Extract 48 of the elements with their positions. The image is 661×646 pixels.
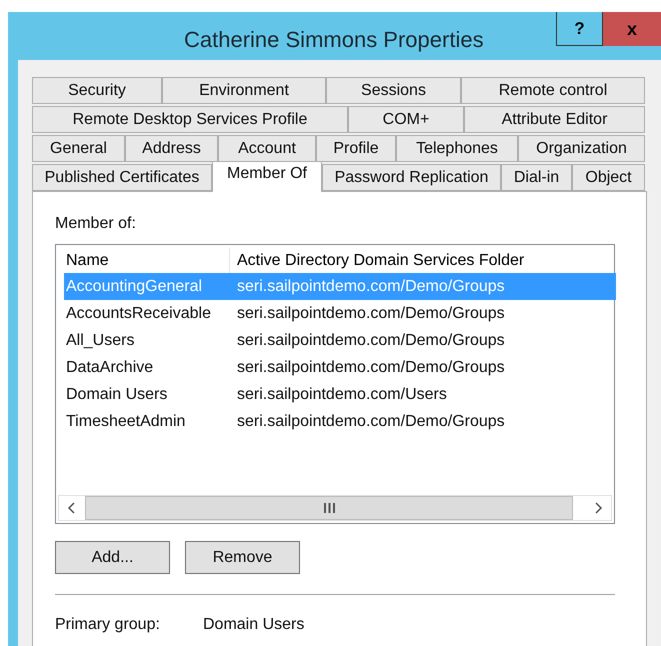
tab[interactable]: Attribute Editor xyxy=(464,106,645,133)
tab[interactable]: Profile xyxy=(316,135,396,162)
group-name: All_Users xyxy=(65,330,136,350)
tab[interactable]: Dial-in xyxy=(501,164,572,191)
close-button[interactable]: x xyxy=(603,12,661,46)
remove-button[interactable]: Remove xyxy=(185,541,300,574)
primary-group-label: Primary group: xyxy=(55,615,161,635)
group-folder: seri.sailpointdemo.com/Users xyxy=(236,384,447,404)
tab[interactable]: Password Replication xyxy=(322,164,501,191)
group-name: AccountingGeneral xyxy=(65,276,204,296)
group-name: DataArchive xyxy=(65,358,154,378)
help-button[interactable]: ? xyxy=(556,12,603,46)
horizontal-scrollbar[interactable] xyxy=(58,495,612,521)
tab[interactable]: Organization xyxy=(518,135,645,162)
group-name: TimesheetAdmin xyxy=(65,412,186,432)
group-name: AccountsReceivable xyxy=(65,304,212,324)
list-row[interactable]: DataArchive seri.sailpointdemo.com/Demo/Groups xyxy=(64,354,616,381)
list-row[interactable]: Domain Users seri.sailpointdemo.com/Users xyxy=(64,381,616,408)
tab[interactable]: Remote control xyxy=(461,77,645,104)
tab[interactable]: Security xyxy=(32,77,162,104)
tab[interactable]: Sessions xyxy=(326,77,461,104)
tab[interactable]: Address xyxy=(125,135,218,162)
group-folder: seri.sailpointdemo.com/Demo/Groups xyxy=(236,330,505,350)
tab[interactable]: COM+ xyxy=(348,106,464,133)
tab[interactable]: General xyxy=(32,135,125,162)
list-row[interactable]: AccountsReceivable seri.sailpointdemo.com/Demo/Groups xyxy=(64,300,616,327)
list-row[interactable]: All_Users seri.sailpointdemo.com/Demo/Groups xyxy=(64,327,616,354)
tab[interactable]: Telephones xyxy=(396,135,518,162)
group-name: Domain Users xyxy=(65,384,168,404)
tab[interactable]: Object xyxy=(572,164,645,191)
column-header[interactable]: Active Directory Domain Services Folder xyxy=(230,248,612,273)
groups-list[interactable] xyxy=(55,244,615,524)
group-folder: seri.sailpointdemo.com/Demo/Groups xyxy=(236,304,505,324)
tab[interactable]: Remote Desktop Services Profile xyxy=(32,106,348,133)
tab[interactable]: Account xyxy=(218,135,316,162)
scrollbar-thumb[interactable] xyxy=(85,496,573,520)
grip-icon xyxy=(324,503,334,513)
window-title: Catherine Simmons Properties xyxy=(184,26,484,54)
tab[interactable]: Member Of xyxy=(212,161,322,192)
group-folder: seri.sailpointdemo.com/Demo/Groups xyxy=(236,358,505,378)
add-button[interactable]: Add... xyxy=(55,541,170,574)
primary-group-value: Domain Users xyxy=(203,615,304,635)
tab[interactable]: Environment xyxy=(162,77,326,104)
member-of-label: Member of: xyxy=(55,214,137,234)
group-folder: seri.sailpointdemo.com/Demo/Groups xyxy=(236,276,505,296)
list-row[interactable]: TimesheetAdmin seri.sailpointdemo.com/Demo/Groups xyxy=(64,408,616,435)
tab[interactable]: Published Certificates xyxy=(32,164,212,191)
group-folder: seri.sailpointdemo.com/Demo/Groups xyxy=(236,412,505,432)
